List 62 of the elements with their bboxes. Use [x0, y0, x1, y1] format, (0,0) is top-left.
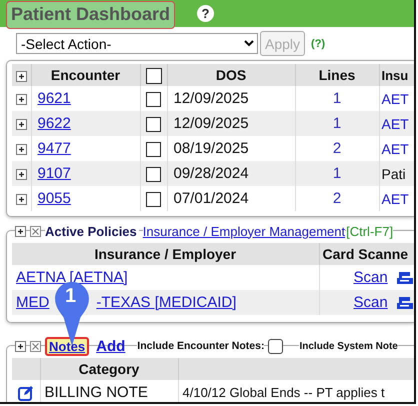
management-link[interactable]: Insurance / Employer Management: [142, 224, 346, 238]
row-checkbox[interactable]: [146, 142, 161, 157]
step-number: 1: [65, 285, 76, 308]
checkbox-label: Include Encounter Notes:: [137, 340, 264, 352]
expand-icon[interactable]: [15, 226, 26, 236]
expand-icon[interactable]: [16, 70, 27, 82]
encounter-notes-checkbox[interactable]: [268, 338, 284, 354]
row-checkbox[interactable]: [146, 192, 161, 207]
close-icon[interactable]: [30, 226, 41, 236]
date-text: 08/19/2025: [174, 140, 249, 157]
lines-link[interactable]: 2: [332, 190, 342, 207]
section-title: Active Policies: [45, 224, 139, 238]
category-text: BILLING NOTE: [44, 384, 148, 401]
help-button[interactable]: ?: [197, 5, 214, 22]
lines-link[interactable]: 1: [332, 90, 342, 107]
close-icon[interactable]: [30, 340, 41, 352]
select-all-checkbox[interactable]: [146, 68, 162, 84]
shortcut-text: [Ctrl-F7]: [346, 224, 394, 238]
expand-icon[interactable]: [15, 340, 26, 352]
action-select[interactable]: -Select Action-: [16, 33, 258, 54]
date-text: 12/09/2025: [174, 90, 249, 107]
date-text: 12/09/2025: [174, 115, 249, 132]
help-link[interactable]: (?): [311, 38, 326, 50]
insurance-text: Pati: [382, 166, 406, 182]
scanner-icon[interactable]: [396, 296, 413, 310]
lines-link[interactable]: 2: [332, 140, 342, 157]
column-header: Lines: [295, 64, 379, 86]
add-link[interactable]: Add: [96, 338, 126, 354]
expand-icon[interactable]: [16, 168, 27, 180]
expand-icon[interactable]: [16, 94, 27, 105]
insurance-text[interactable]: AET: [382, 140, 409, 156]
page-title: Patient Dashboard: [6, 0, 176, 28]
column-header: Insurance / Employer: [12, 243, 319, 265]
expand-icon[interactable]: [16, 118, 27, 130]
column-header: Encounter: [31, 64, 140, 86]
encounter-link[interactable]: 9621: [38, 90, 71, 107]
insurance-text[interactable]: AET: [382, 90, 409, 106]
encounter-link[interactable]: 9055: [38, 190, 71, 207]
lines-link[interactable]: 1: [332, 115, 342, 132]
notes-link[interactable]: Notes: [45, 336, 90, 356]
edit-icon[interactable]: [18, 385, 34, 402]
date-text: 07/01/2024: [174, 190, 249, 207]
insurance-link[interactable]: MED: [16, 294, 50, 311]
scan-link[interactable]: Scan: [354, 269, 388, 286]
row-checkbox[interactable]: [146, 116, 161, 132]
checkbox-label: Include System Note: [299, 340, 398, 352]
expand-icon[interactable]: [16, 194, 27, 205]
lines-link[interactable]: 1: [332, 165, 342, 182]
row-checkbox[interactable]: [146, 166, 161, 182]
expand-icon[interactable]: [16, 144, 27, 155]
column-header: DOS: [167, 64, 295, 86]
row-checkbox[interactable]: [146, 92, 161, 107]
column-header: Card Scanne: [319, 243, 414, 265]
scanner-icon[interactable]: [396, 271, 413, 286]
date-text: 09/28/2024: [174, 165, 249, 182]
insurance-link[interactable]: AETNA [AETNA]: [16, 269, 128, 286]
column-header: Category: [40, 358, 178, 380]
insurance-link[interactable]: -TEXAS [MEDICAID]: [96, 294, 236, 311]
column-header: Insu: [379, 64, 414, 86]
encounter-link[interactable]: 9477: [38, 140, 71, 157]
insurance-text[interactable]: AET: [382, 190, 409, 206]
note-text: 4/10/12 Global Ends -- PT applies t: [182, 385, 385, 400]
